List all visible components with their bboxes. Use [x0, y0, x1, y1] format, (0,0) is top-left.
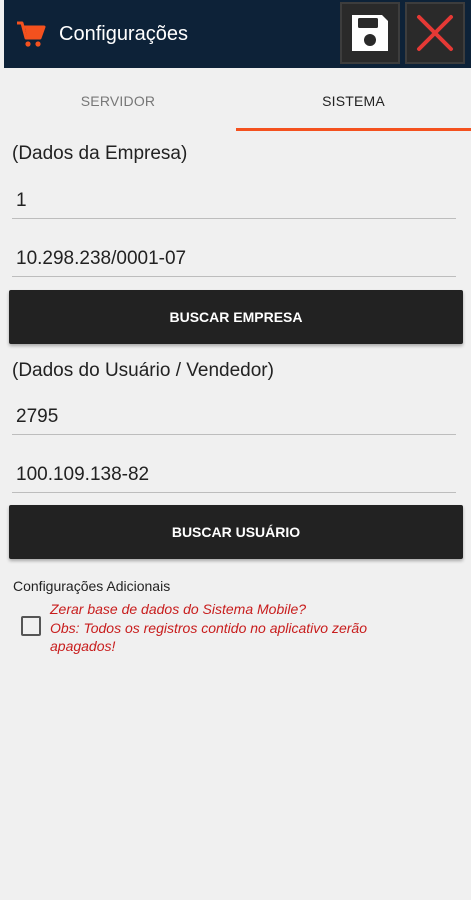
zerar-base-obs-line1: Obs: Todos os registros contido no aplic… — [50, 620, 367, 636]
zerar-base-obs-line2: apagados! — [50, 638, 116, 654]
empresa-section-label: (Dados da Empresa) — [12, 143, 188, 164]
tab-sistema[interactable]: SISTEMA — [236, 70, 471, 132]
close-x-icon — [417, 15, 453, 51]
buscar-usuario-button[interactable]: BUSCAR USUÁRIO — [9, 505, 463, 559]
tab-bar: SERVIDOR SISTEMA — [0, 70, 471, 132]
zerar-base-checkbox[interactable] — [21, 616, 41, 636]
close-button[interactable] — [405, 2, 465, 64]
usuario-section-label: (Dados do Usuário / Vendedor) — [12, 360, 274, 381]
save-button[interactable] — [340, 2, 400, 64]
app-bar: Configurações — [4, 0, 471, 68]
zerar-base-question: Zerar base de dados do Sistema Mobile? — [50, 601, 307, 617]
tab-servidor[interactable]: SERVIDOR — [0, 70, 236, 132]
tab-active-indicator — [236, 128, 471, 131]
buscar-empresa-button[interactable]: BUSCAR EMPRESA — [9, 290, 463, 344]
usuario-cpf-field[interactable] — [12, 457, 456, 493]
empresa-cnpj-field[interactable] — [12, 241, 456, 277]
cart-icon — [17, 21, 46, 47]
empresa-codigo-field[interactable] — [12, 183, 456, 219]
floppy-disk-icon — [352, 15, 388, 51]
app-title: Configurações — [59, 23, 188, 45]
usuario-codigo-field[interactable] — [12, 399, 456, 435]
adicionais-section-label: Configurações Adicionais — [13, 578, 171, 594]
